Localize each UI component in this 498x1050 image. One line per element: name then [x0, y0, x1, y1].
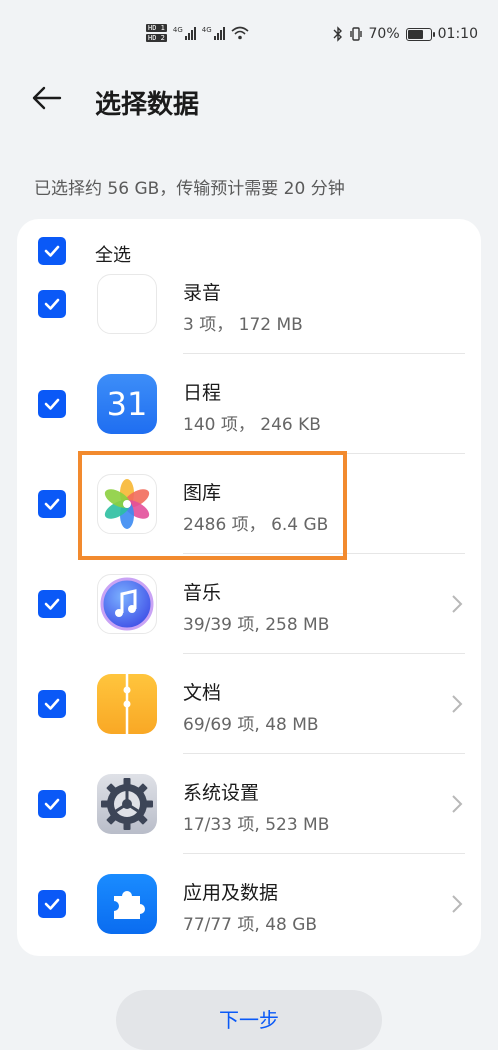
- item-title: 文档: [183, 682, 222, 704]
- calendar-date: 31: [106, 385, 148, 423]
- music-icon: [97, 574, 157, 634]
- check-icon: [44, 898, 60, 910]
- item-detail: 69/69 项, 48 MB: [183, 715, 319, 735]
- documents-icon: [97, 674, 157, 734]
- data-list-card: 全选 录音 3 项， 172 MB 31 日程 140 项， 246 KB 图库…: [17, 219, 481, 956]
- next-button[interactable]: 下一步: [116, 990, 382, 1050]
- apps-icon: [97, 874, 157, 934]
- signal-icon-2: 4G: [202, 26, 225, 40]
- chevron-right-icon[interactable]: [451, 694, 463, 714]
- signal-area: HD 1 HD 2 4G 4G: [146, 24, 249, 42]
- battery-percent: 70%: [368, 26, 400, 42]
- selection-summary: 已选择约 56 GB，传输预计需要 20 分钟: [34, 179, 345, 199]
- list-item-gallery[interactable]: 图库 2486 项， 6.4 GB: [17, 454, 481, 554]
- select-all-checkbox[interactable]: [38, 237, 66, 265]
- item-detail: 17/33 项, 523 MB: [183, 815, 330, 835]
- list-item-calendar[interactable]: 31 日程 140 项， 246 KB: [17, 354, 481, 454]
- item-detail: 2486 项， 6.4 GB: [183, 515, 329, 535]
- recorder-checkbox[interactable]: [38, 290, 66, 318]
- page-title: 选择数据: [95, 90, 200, 120]
- item-title: 音乐: [183, 582, 222, 604]
- item-title: 图库: [183, 482, 222, 504]
- music-checkbox[interactable]: [38, 590, 66, 618]
- settings-checkbox[interactable]: [38, 790, 66, 818]
- settings-icon: [97, 774, 157, 834]
- status-bar: HD 1 HD 2 4G 4G 70% 01:10: [0, 0, 498, 72]
- page-header: 选择数据: [0, 72, 498, 128]
- network-type-2: 4G: [201, 26, 212, 34]
- chevron-right-icon[interactable]: [451, 594, 463, 614]
- item-title: 录音: [183, 282, 222, 304]
- item-detail: 3 项， 172 MB: [183, 315, 303, 335]
- hd1-badge: HD 1: [146, 24, 167, 32]
- item-title: 系统设置: [183, 782, 260, 804]
- signal-icon-1: 4G: [173, 26, 196, 40]
- item-title: 日程: [183, 382, 222, 404]
- apps-checkbox[interactable]: [38, 890, 66, 918]
- wifi-icon: [231, 26, 249, 40]
- check-icon: [44, 798, 60, 810]
- list-item-apps[interactable]: 应用及数据 77/77 项, 48 GB: [17, 854, 481, 954]
- gallery-checkbox[interactable]: [38, 490, 66, 518]
- chevron-right-icon[interactable]: [451, 794, 463, 814]
- calendar-icon: 31: [97, 374, 157, 434]
- check-icon: [44, 598, 60, 610]
- list-item-music[interactable]: 音乐 39/39 项, 258 MB: [17, 554, 481, 654]
- list-item-documents[interactable]: 文档 69/69 项, 48 MB: [17, 654, 481, 754]
- chevron-right-icon[interactable]: [451, 894, 463, 914]
- vibrate-icon: [349, 27, 362, 41]
- back-arrow-icon: [32, 86, 62, 110]
- item-title: 应用及数据: [183, 882, 279, 904]
- network-type-1: 4G: [172, 26, 183, 34]
- documents-checkbox[interactable]: [38, 690, 66, 718]
- battery-icon: [405, 27, 435, 41]
- clock: 01:10: [437, 26, 478, 42]
- recorder-icon: [97, 274, 157, 334]
- check-icon: [44, 245, 60, 257]
- list-item-settings[interactable]: 系统设置 17/33 项, 523 MB: [17, 754, 481, 854]
- check-icon: [44, 298, 60, 310]
- item-detail: 77/77 项, 48 GB: [183, 915, 318, 935]
- item-detail: 39/39 项, 258 MB: [183, 615, 330, 635]
- check-icon: [44, 398, 60, 410]
- list-item-recorder[interactable]: 录音 3 项， 172 MB: [17, 273, 481, 354]
- data-item-list[interactable]: 录音 3 项， 172 MB 31 日程 140 项， 246 KB 图库 24…: [17, 273, 481, 956]
- hd2-badge: HD 2: [146, 34, 167, 42]
- check-icon: [44, 498, 60, 510]
- calendar-checkbox[interactable]: [38, 390, 66, 418]
- check-icon: [44, 698, 60, 710]
- bluetooth-icon: [333, 26, 342, 42]
- select-all-label: 全选: [95, 245, 131, 266]
- gallery-icon: [97, 474, 157, 534]
- back-button[interactable]: [30, 78, 70, 118]
- item-detail: 140 项， 246 KB: [183, 415, 321, 435]
